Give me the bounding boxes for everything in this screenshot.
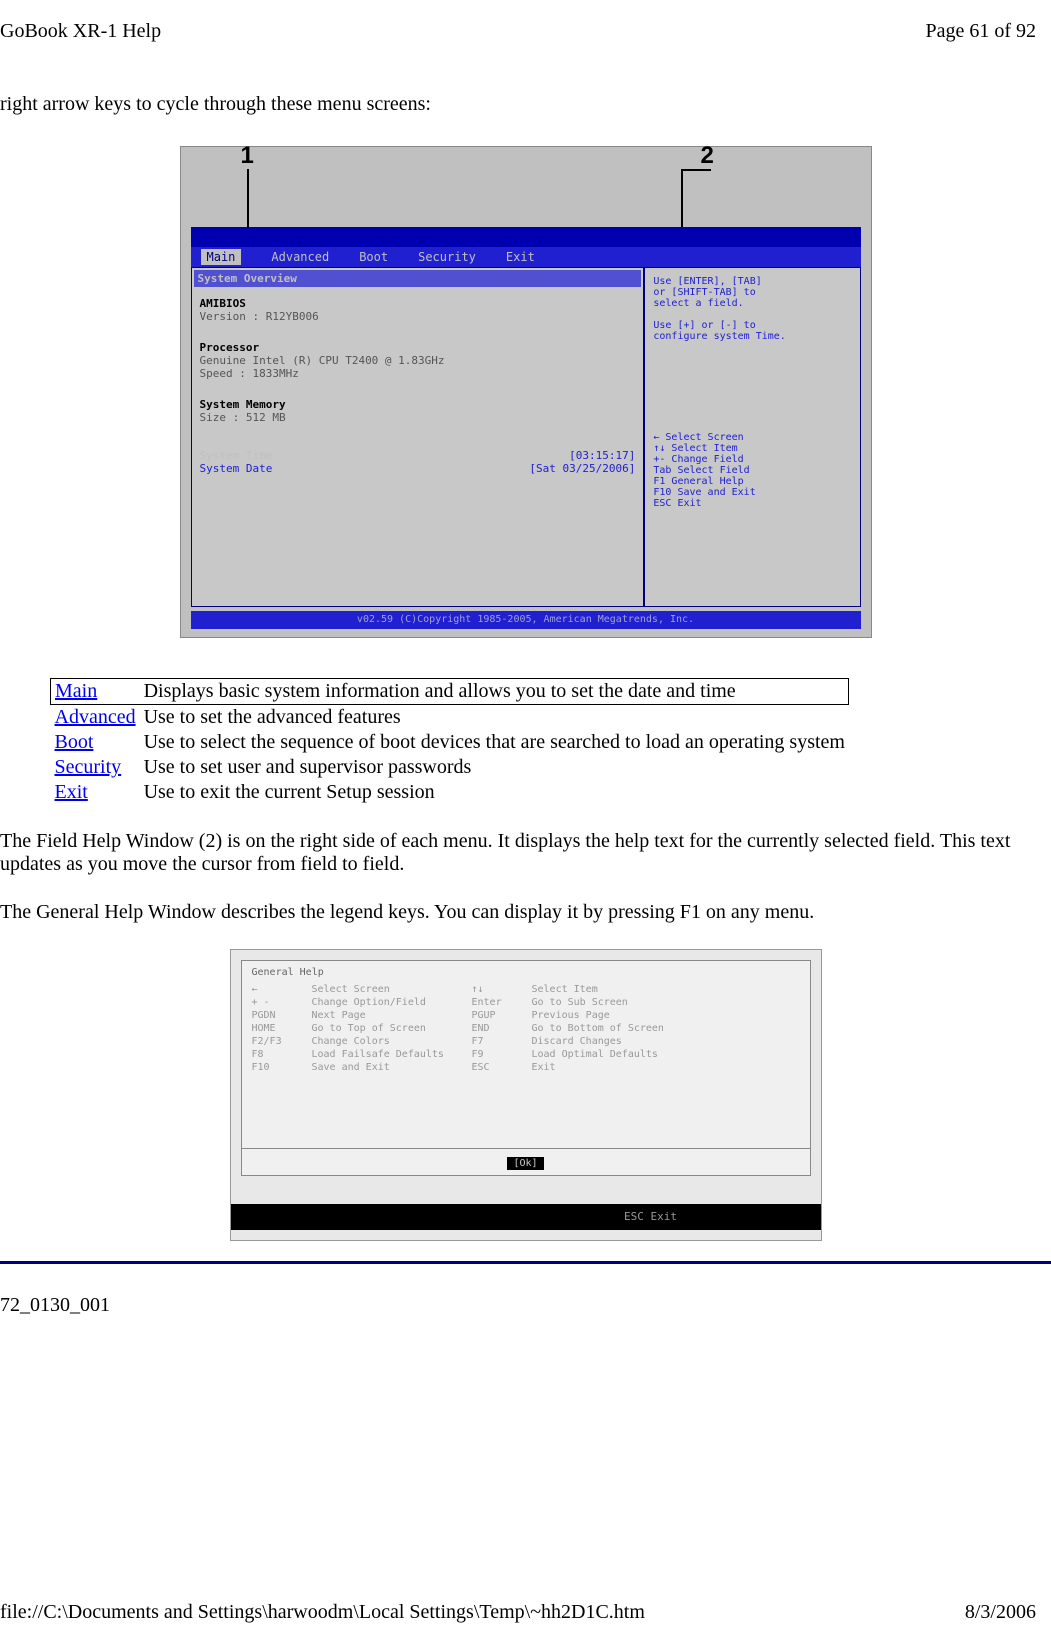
security-link[interactable]: Security bbox=[55, 756, 122, 778]
field-help-para: The Field Help Window (2) is on the righ… bbox=[0, 830, 1051, 876]
help-cell: F2/F3 bbox=[252, 1036, 302, 1047]
document-id: 72_0130_001 bbox=[0, 1294, 1051, 1317]
callout-2-line-h bbox=[683, 169, 711, 171]
help-cell: Next Page bbox=[312, 1010, 462, 1021]
bios-nav-6: F10 Save and Exit bbox=[653, 487, 851, 498]
help-cell: Load Failsafe Defaults bbox=[312, 1049, 462, 1060]
divider bbox=[0, 1261, 1051, 1264]
help-cell: Exit bbox=[532, 1062, 800, 1073]
boot-desc: Use to select the sequence of boot devic… bbox=[140, 730, 849, 755]
page-number: Page 61 of 92 bbox=[925, 20, 1036, 43]
security-desc: Use to set user and supervisor passwords bbox=[140, 755, 849, 780]
general-help-screenshot: General Help ← Select Screen ↑↓ Select Item… bbox=[230, 949, 822, 1241]
bios-menu-main: Main bbox=[201, 249, 242, 265]
help-cell: ← bbox=[252, 984, 302, 995]
bios-overview-title: System Overview bbox=[194, 270, 642, 287]
bios-left-panel: System Overview AMIBIOS Version : R12YB0… bbox=[191, 267, 645, 607]
bios-nav-7: ESC Exit bbox=[653, 498, 851, 509]
memory-size: Size : 512 MB bbox=[200, 411, 636, 424]
footer-path: file://C:\Documents and Settings\harwood… bbox=[0, 1601, 645, 1624]
help-cell: ↑↓ bbox=[472, 984, 522, 995]
bios-help-3: select a field. bbox=[653, 298, 851, 309]
help-cell: + - bbox=[252, 997, 302, 1008]
help-cell: Select Item bbox=[532, 984, 800, 995]
bios-version: Version : R12YB006 bbox=[200, 310, 636, 323]
table-row: Security Use to set user and supervisor … bbox=[51, 755, 849, 780]
help-cell: F8 bbox=[252, 1049, 302, 1060]
help-cell: Discard Changes bbox=[532, 1036, 800, 1047]
memory-label: System Memory bbox=[200, 398, 636, 411]
bios-menu-security: Security bbox=[418, 250, 476, 264]
help-cell: HOME bbox=[252, 1023, 302, 1034]
help-bottom-bar: ESC Exit bbox=[231, 1204, 821, 1230]
main-desc: Displays basic system information and al… bbox=[140, 679, 849, 705]
bios-menu-boot: Boot bbox=[359, 250, 388, 264]
bios-nav-1: ← Select Screen bbox=[653, 432, 851, 443]
help-cell: F7 bbox=[472, 1036, 522, 1047]
system-date-label: System Date bbox=[200, 462, 273, 475]
amibios-label: AMIBIOS bbox=[200, 297, 636, 310]
advanced-desc: Use to set the advanced features bbox=[140, 705, 849, 731]
help-cell: F10 bbox=[252, 1062, 302, 1073]
help-cell: Select Screen bbox=[312, 984, 462, 995]
help-cell: Change Option/Field bbox=[312, 997, 462, 1008]
help-cell: Go to Top of Screen bbox=[312, 1023, 462, 1034]
bios-nav-3: +- Change Field bbox=[653, 454, 851, 465]
table-row: Exit Use to exit the current Setup sessi… bbox=[51, 780, 849, 805]
system-time-value: [03:15:17] bbox=[569, 449, 635, 462]
intro-text: right arrow keys to cycle through these … bbox=[0, 93, 1051, 116]
help-ok-button: [Ok] bbox=[507, 1157, 543, 1170]
bios-menu-bar: Main Advanced Boot Security Exit bbox=[191, 247, 861, 267]
bios-menu-advanced: Advanced bbox=[271, 250, 329, 264]
bios-right-panel: Use [ENTER], [TAB] or [SHIFT-TAB] to sel… bbox=[644, 267, 860, 607]
processor-speed: Speed : 1833MHz bbox=[200, 367, 636, 380]
bios-nav-2: ↑↓ Select Item bbox=[653, 443, 851, 454]
processor-name: Genuine Intel (R) CPU T2400 @ 1.83GHz bbox=[200, 354, 636, 367]
table-row: Main Displays basic system information a… bbox=[51, 679, 849, 705]
main-link[interactable]: Main bbox=[55, 680, 97, 702]
exit-link[interactable]: Exit bbox=[55, 781, 88, 803]
help-cell: Previous Page bbox=[532, 1010, 800, 1021]
callout-1: 1 bbox=[241, 142, 254, 170]
boot-link[interactable]: Boot bbox=[55, 731, 94, 753]
help-cell: END bbox=[472, 1023, 522, 1034]
menu-descriptions-table: Main Displays basic system information a… bbox=[50, 678, 849, 805]
help-cell: Load Optimal Defaults bbox=[532, 1049, 800, 1060]
general-help-para: The General Help Window describes the le… bbox=[0, 901, 1051, 924]
bios-nav-5: F1 General Help bbox=[653, 476, 851, 487]
help-title: General Help bbox=[252, 967, 800, 978]
system-date-value: [Sat 03/25/2006] bbox=[529, 462, 635, 475]
help-cell: Go to Bottom of Screen bbox=[532, 1023, 800, 1034]
help-cell: ESC bbox=[472, 1062, 522, 1073]
bios-help-5: configure system Time. bbox=[653, 331, 851, 342]
help-cell: Save and Exit bbox=[312, 1062, 462, 1073]
bios-title-bar bbox=[191, 227, 861, 247]
exit-desc: Use to exit the current Setup session bbox=[140, 780, 849, 805]
header-title: GoBook XR-1 Help bbox=[0, 20, 161, 43]
help-cell: F9 bbox=[472, 1049, 522, 1060]
footer-date: 8/3/2006 bbox=[965, 1601, 1036, 1624]
bios-help-2: or [SHIFT-TAB] to bbox=[653, 287, 851, 298]
callout-2: 2 bbox=[701, 142, 714, 170]
help-cell: PGUP bbox=[472, 1010, 522, 1021]
bios-screenshot: 1 2 Main Advanced Boot Security Exit Sys… bbox=[180, 146, 872, 638]
processor-label: Processor bbox=[200, 341, 636, 354]
help-cell: Enter bbox=[472, 997, 522, 1008]
bios-menu-exit: Exit bbox=[506, 250, 535, 264]
help-cell: PGDN bbox=[252, 1010, 302, 1021]
bios-copyright: v02.59 (C)Copyright 1985-2005, American … bbox=[191, 611, 861, 629]
help-cell: Change Colors bbox=[312, 1036, 462, 1047]
table-row: Boot Use to select the sequence of boot … bbox=[51, 730, 849, 755]
bios-help-4: Use [+] or [-] to bbox=[653, 320, 851, 331]
help-cell: Go to Sub Screen bbox=[532, 997, 800, 1008]
table-row: Advanced Use to set the advanced feature… bbox=[51, 705, 849, 731]
system-time-label: System Time bbox=[200, 449, 273, 462]
bios-help-1: Use [ENTER], [TAB] bbox=[653, 276, 851, 287]
bios-nav-4: Tab Select Field bbox=[653, 465, 851, 476]
advanced-link[interactable]: Advanced bbox=[55, 706, 136, 728]
